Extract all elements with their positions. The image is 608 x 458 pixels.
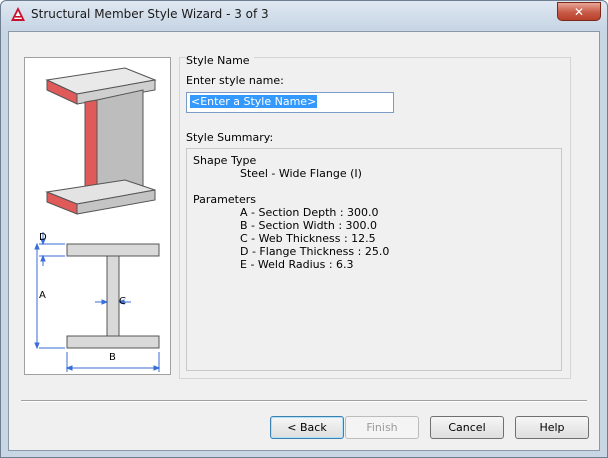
help-button-label: Help: [539, 421, 565, 434]
shape-type-heading: Shape Type: [193, 154, 257, 167]
enter-style-name-label: Enter style name:: [186, 74, 284, 87]
back-button[interactable]: < Back: [270, 416, 344, 439]
parameter-line: C - Web Thickness : 12.5: [240, 232, 376, 245]
shape-type-value: Steel - Wide Flange (I): [240, 167, 362, 180]
back-button-label: < Back: [287, 421, 327, 434]
help-button[interactable]: Help: [515, 416, 589, 439]
parameter-line: B - Section Width : 300.0: [240, 219, 378, 232]
parameter-line: A - Section Depth : 300.0: [240, 206, 379, 219]
close-icon: ✕: [573, 4, 585, 19]
finish-button[interactable]: Finish: [345, 416, 419, 439]
style-summary-box[interactable]: Shape Type Steel - Wide Flange (I) Param…: [186, 148, 562, 371]
close-button[interactable]: ✕: [557, 2, 601, 21]
wizard-content: D A C B Style Name Enter style name: <En…: [8, 31, 600, 451]
dimension-label-a: A: [39, 290, 46, 301]
dimension-label-d: D: [39, 232, 47, 243]
window-title: Structural Member Style Wizard - 3 of 3: [31, 7, 269, 21]
parameters-heading: Parameters: [193, 193, 256, 206]
cancel-button[interactable]: Cancel: [430, 416, 504, 439]
style-name-group-label: Style Name: [186, 54, 254, 67]
wide-flange-dimension-diagram: [34, 232, 161, 372]
style-name-input[interactable]: <Enter a Style Name>: [186, 92, 394, 113]
style-name-input-value: <Enter a Style Name>: [190, 95, 318, 108]
parameter-line: D - Flange Thickness : 25.0: [240, 245, 390, 258]
cancel-button-label: Cancel: [448, 421, 486, 434]
finish-button-label: Finish: [366, 421, 398, 434]
button-separator: [21, 400, 587, 402]
style-summary-label: Style Summary:: [186, 131, 274, 144]
title-bar[interactable]: Structural Member Style Wizard - 3 of 3 …: [1, 1, 607, 29]
dimension-label-b: B: [109, 352, 116, 363]
wizard-window: Structural Member Style Wizard - 3 of 3 …: [0, 0, 608, 458]
autocad-logo-icon: [11, 7, 25, 21]
wide-flange-3d-illustration: [45, 67, 157, 215]
parameter-line: E - Weld Radius : 6.3: [240, 258, 354, 271]
member-illustration-panel: D A C B: [24, 57, 171, 375]
dimension-label-c: C: [119, 296, 126, 307]
